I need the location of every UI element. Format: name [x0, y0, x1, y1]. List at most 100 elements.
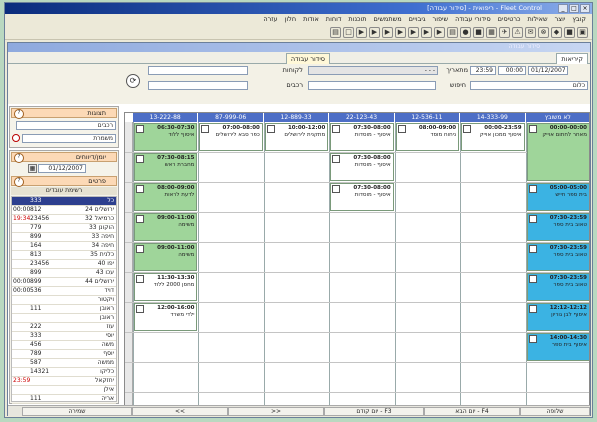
appointment[interactable]: 10:00-12:00 מתקנית לירושלים: [264, 123, 329, 151]
appointment[interactable]: 12:00-16:00 ילדי משרד: [134, 303, 198, 331]
bottom-button[interactable]: יום קודם - F3: [324, 407, 424, 416]
help-icon[interactable]: ?: [14, 153, 24, 163]
toolbar-button[interactable]: ◆: [551, 27, 562, 38]
worker-row[interactable]: 164 34 חיפה: [12, 242, 116, 251]
refresh-icon[interactable]: ⟳: [126, 74, 140, 88]
worker-row[interactable]: אילן: [12, 386, 116, 395]
from-time-field[interactable]: 00:00: [498, 66, 526, 75]
toolbar-button[interactable]: ✉: [525, 27, 536, 38]
worker-row[interactable]: 333 יוסי: [12, 332, 116, 341]
appointment-checkbox[interactable]: [136, 215, 144, 223]
worker-row[interactable]: 789 יוסף: [12, 350, 116, 359]
menu-item[interactable]: דוחות: [326, 14, 342, 25]
appointment[interactable]: 08:00-09:00 לדעת לראות: [134, 183, 198, 211]
clear-icon[interactable]: [12, 134, 20, 142]
appointment-checkbox[interactable]: [528, 185, 537, 193]
worker-row[interactable]: 333 כל: [12, 197, 116, 206]
appointment-checkbox[interactable]: [136, 305, 144, 313]
worker-row[interactable]: 14321 כליקו: [12, 368, 116, 377]
appointment[interactable]: 08:00-09:00 ניחוח מוסד: [395, 123, 460, 151]
worker-row[interactable]: 111 ראובן: [12, 305, 116, 314]
to-time-field[interactable]: 23:59: [470, 66, 496, 75]
appointment-checkbox[interactable]: [528, 305, 537, 313]
bottom-button[interactable]: >>: [228, 407, 324, 416]
appointment[interactable]: 06:30-07:30 איסוף ללוד: [134, 123, 198, 151]
appointment[interactable]: 07:30-08:00 איסוף - מוסדות: [330, 153, 394, 181]
appointment[interactable]: 07:30-08:00 איסוף - מוסדות: [330, 123, 394, 151]
appointment[interactable]: 07:00-08:00 כפר סבא לירושלים: [199, 123, 263, 151]
worker-row[interactable]: 00:00 899 44 ירושלים: [12, 278, 116, 287]
appointment-checkbox[interactable]: [332, 185, 341, 193]
toolbar-button[interactable]: ▶: [369, 27, 380, 38]
appointment-checkbox[interactable]: [266, 125, 275, 133]
appointment-checkbox[interactable]: [201, 125, 210, 133]
appointment[interactable]: 00:00-00:00 מאחר לחתום אוייק: [526, 123, 589, 181]
worker-row[interactable]: 456 משה: [12, 341, 116, 350]
appointment[interactable]: 05:00-05:00 בית ספר חייש: [526, 183, 589, 211]
appointment[interactable]: 12:12-12:12 איסוף לבן גוריון: [526, 303, 589, 331]
toolbar-button[interactable]: ■: [564, 27, 575, 38]
shift-view-field[interactable]: משמרת: [22, 134, 116, 143]
menu-item[interactable]: שאילות: [527, 14, 547, 25]
maximize-button[interactable]: □: [569, 4, 579, 13]
close-button[interactable]: ×: [580, 4, 590, 13]
appointment-checkbox[interactable]: [136, 275, 144, 283]
worker-row[interactable]: ראובן: [12, 314, 116, 323]
worker-row[interactable]: 779 33 הוקונן: [12, 224, 116, 233]
worker-row[interactable]: 111 אריה: [12, 395, 116, 404]
toolbar-button[interactable]: ▦: [486, 27, 497, 38]
worker-row[interactable]: 00:00 812 24 ירושלים: [12, 206, 116, 215]
appointment[interactable]: 07:30-23:59 טאוב בית ספר: [526, 213, 589, 241]
column-header[interactable]: 14-333-99: [460, 113, 526, 122]
vehicles-view-field[interactable]: רכבים: [16, 121, 116, 130]
help-icon[interactable]: ?: [14, 177, 24, 187]
driver-field[interactable]: [148, 66, 248, 75]
toolbar-button[interactable]: ●: [460, 27, 471, 38]
worker-row[interactable]: 23:59 יחזקאל: [12, 377, 116, 386]
appointment-checkbox[interactable]: [397, 125, 406, 133]
appointment-checkbox[interactable]: [332, 125, 341, 133]
bottom-button[interactable]: שלופה: [520, 407, 590, 416]
appointment[interactable]: 14:00-14:30 איסוף בית ספר: [526, 333, 589, 361]
appointment-checkbox[interactable]: [136, 185, 144, 193]
toolbar-button[interactable]: ▤: [330, 27, 341, 38]
toolbar-button[interactable]: ▶: [395, 27, 406, 38]
appointment-checkbox[interactable]: [528, 335, 537, 343]
menu-item[interactable]: חלון: [285, 14, 296, 25]
appointment[interactable]: 07:30-08:00 איסוף - מוסדות: [330, 183, 394, 211]
toolbar-button[interactable]: ▶: [356, 27, 367, 38]
appointment[interactable]: 09:00-11:00 משימה: [134, 213, 198, 241]
driver-search-field[interactable]: [148, 81, 248, 90]
vehicle-select[interactable]: - - -: [308, 66, 438, 75]
toolbar-button[interactable]: ▣: [577, 27, 588, 38]
menu-item[interactable]: משתמשים: [374, 14, 402, 25]
appointment-checkbox[interactable]: [136, 155, 144, 163]
grid-scrollbar[interactable]: [125, 122, 133, 407]
bottom-button[interactable]: שמירה: [22, 407, 132, 416]
appointment[interactable]: 07:30-08:15 מחברת ראש: [134, 153, 198, 181]
toolbar-button[interactable]: ▤: [447, 27, 458, 38]
minimize-button[interactable]: _: [558, 4, 568, 13]
calendar-icon[interactable]: ▦: [28, 164, 37, 173]
column-header[interactable]: 87-999-06: [198, 113, 264, 122]
column-header[interactable]: לא משובץ: [525, 113, 589, 122]
appointment[interactable]: 07:30-23:59 טאוב בית ספר: [526, 273, 589, 301]
toolbar-button[interactable]: ▶: [382, 27, 393, 38]
worker-row[interactable]: 587 ממשה: [12, 359, 116, 368]
appointment-checkbox[interactable]: [136, 125, 144, 133]
toolbar-button[interactable]: ▶: [434, 27, 445, 38]
menu-item[interactable]: עזרה: [263, 14, 277, 25]
toolbar-button[interactable]: ▶: [408, 27, 419, 38]
diary-date-field[interactable]: 01/12/2007: [38, 164, 86, 173]
menu-item[interactable]: תוכנות: [348, 14, 366, 25]
menu-item[interactable]: כרטיסים: [498, 14, 521, 25]
column-header[interactable]: 22-123-43: [329, 113, 395, 122]
column-header[interactable]: 13-222-88: [133, 113, 199, 122]
worker-row[interactable]: 899 33 חיפה: [12, 233, 116, 242]
column-header[interactable]: 12-536-11: [394, 113, 461, 122]
toolbar-button[interactable]: □: [343, 27, 354, 38]
menu-item[interactable]: גיבויים: [409, 14, 426, 25]
bottom-button[interactable]: <<: [132, 407, 228, 416]
toolbar-button[interactable]: ✈: [499, 27, 510, 38]
worker-row[interactable]: 19:34 23456 32 כרמיאל: [12, 215, 116, 224]
